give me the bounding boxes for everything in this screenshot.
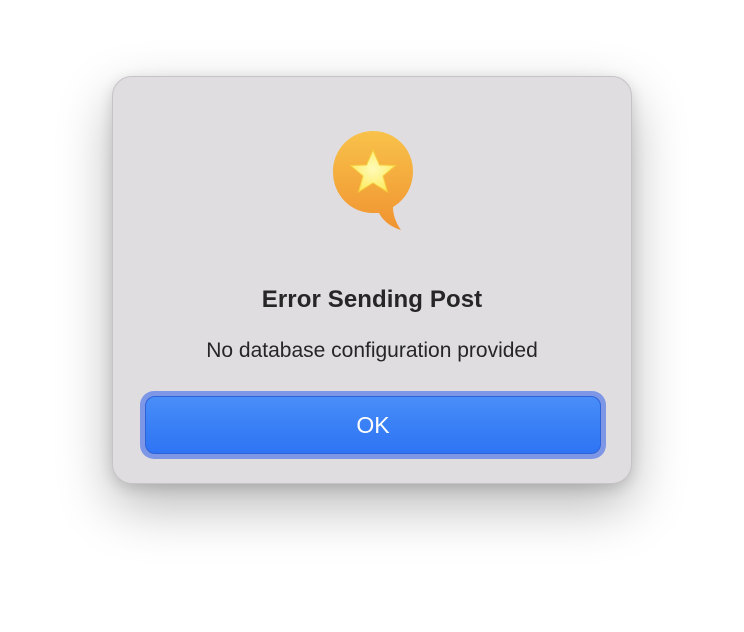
speech-bubble-star-icon <box>317 129 429 241</box>
alert-dialog: Error Sending Post No database configura… <box>112 76 632 484</box>
dialog-message: No database configuration provided <box>206 339 538 362</box>
desktop-background: Error Sending Post No database configura… <box>0 0 744 632</box>
dialog-title: Error Sending Post <box>261 286 483 313</box>
ok-button[interactable]: OK <box>145 396 601 454</box>
